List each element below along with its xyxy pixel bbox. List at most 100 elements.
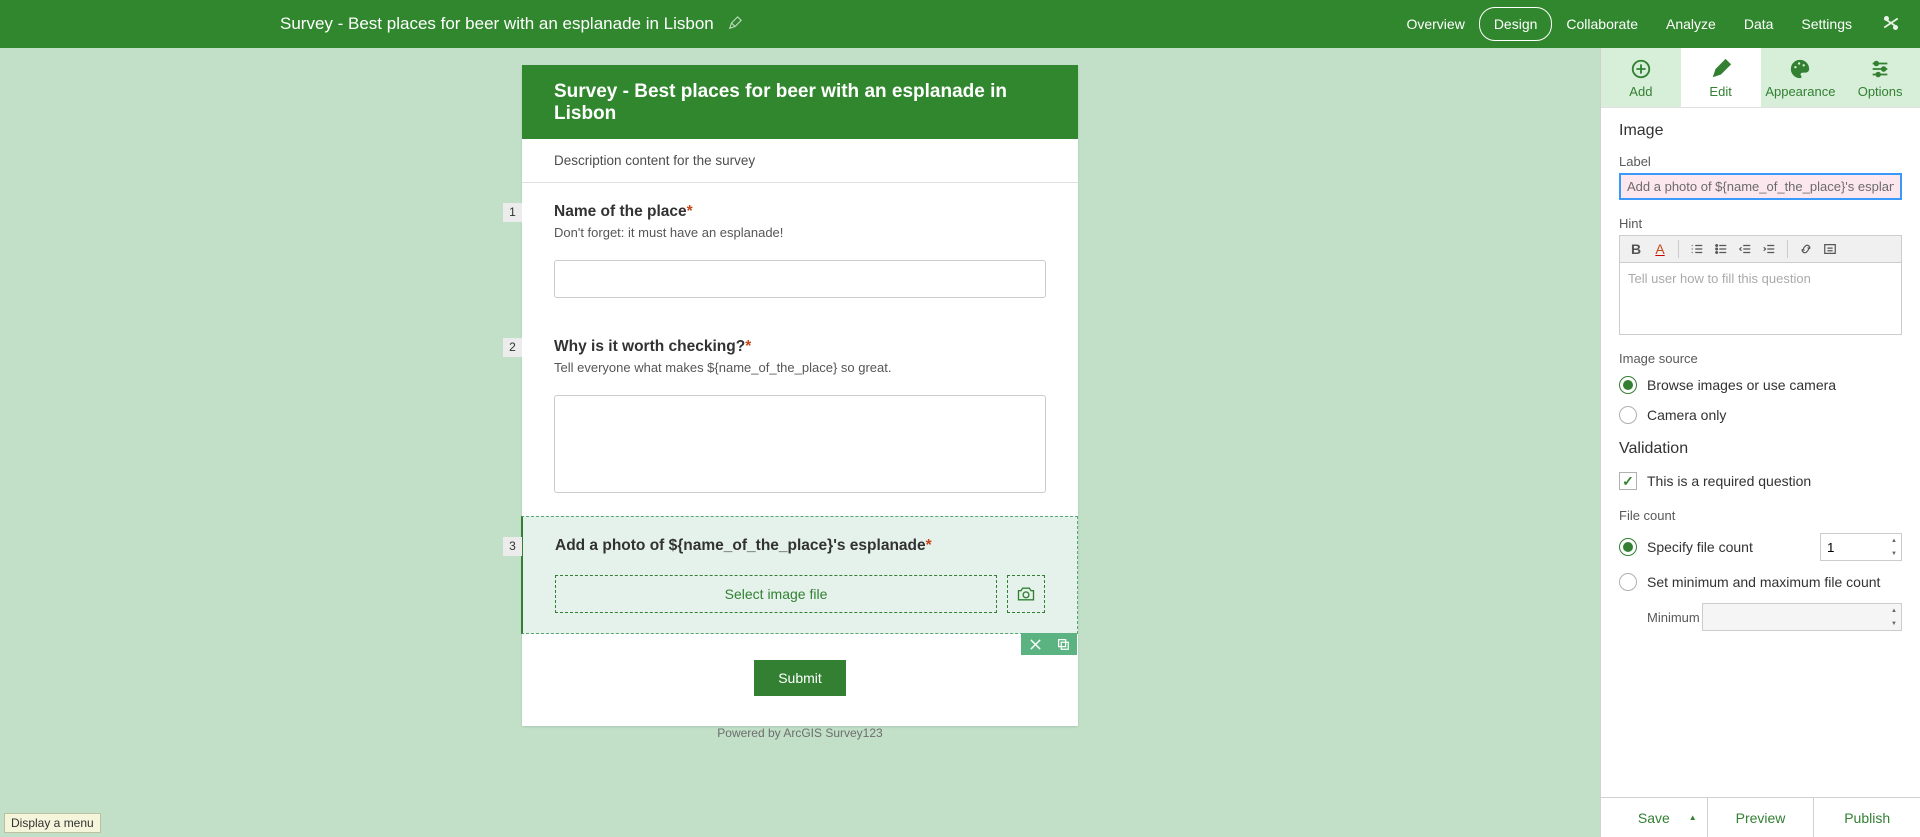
delete-question-button[interactable]: [1021, 633, 1049, 655]
form-description[interactable]: Description content for the survey: [522, 139, 1078, 183]
publish-button[interactable]: Publish: [1814, 798, 1920, 837]
textarea-input[interactable]: [554, 395, 1046, 493]
question-actions: [1021, 633, 1077, 655]
top-bar: Survey - Best places for beer with an es…: [0, 0, 1920, 48]
add-icon: [1630, 58, 1652, 80]
form-container: Survey - Best places for beer with an es…: [522, 65, 1078, 726]
tab-add[interactable]: Add: [1601, 48, 1681, 107]
form-title[interactable]: Survey - Best places for beer with an es…: [522, 65, 1078, 139]
duplicate-question-button[interactable]: [1049, 633, 1077, 655]
select-image-button[interactable]: Select image file: [555, 575, 997, 613]
sliders-icon: [1869, 58, 1891, 80]
bottom-actions: Save ▲ Preview Publish: [1601, 797, 1920, 837]
link-button[interactable]: [1796, 239, 1816, 259]
indent-button[interactable]: [1759, 239, 1779, 259]
section-validation-heading: Validation: [1619, 440, 1902, 458]
submit-row: Submit: [522, 634, 1078, 726]
nav-analyze[interactable]: Analyze: [1652, 8, 1730, 40]
camera-button[interactable]: [1007, 575, 1045, 613]
tab-label: Appearance: [1765, 84, 1835, 99]
minimum-input[interactable]: [1702, 603, 1902, 631]
spinner[interactable]: ▲▼: [1887, 604, 1901, 630]
question-3-selected[interactable]: 3 Add a photo of ${name_of_the_place}'s …: [521, 516, 1078, 634]
unordered-list-button[interactable]: [1711, 239, 1731, 259]
bold-button[interactable]: B: [1626, 239, 1646, 259]
radio-camera-only[interactable]: Camera only: [1619, 406, 1902, 424]
tab-label: Edit: [1709, 84, 1731, 99]
preview-button[interactable]: Preview: [1708, 798, 1815, 837]
button-label: Preview: [1736, 810, 1786, 826]
radio-browse-or-camera[interactable]: Browse images or use camera: [1619, 376, 1902, 394]
panel-tabs: Add Edit Appearance Options: [1601, 48, 1920, 108]
required-asterisk: *: [687, 203, 693, 220]
checkbox-label: This is a required question: [1647, 473, 1811, 489]
checkbox-required[interactable]: ✓ This is a required question: [1619, 472, 1902, 490]
section-image-heading: Image: [1619, 122, 1902, 140]
outdent-button[interactable]: [1735, 239, 1755, 259]
question-label-text: Name of the place: [554, 203, 687, 220]
question-label: Name of the place*: [554, 203, 1046, 221]
tab-label: Add: [1629, 84, 1652, 99]
edit-title-icon[interactable]: [728, 16, 742, 33]
label-caption: Label: [1619, 154, 1902, 169]
radio-label: Set minimum and maximum file count: [1647, 574, 1880, 590]
hint-toolbar: B A: [1619, 235, 1902, 263]
minimum-row: Minimum ▲▼: [1619, 603, 1902, 631]
radio-icon: [1619, 406, 1637, 424]
palette-icon: [1789, 58, 1811, 80]
source-button[interactable]: [1820, 239, 1840, 259]
minimum-input-wrap: ▲▼: [1702, 603, 1902, 631]
required-asterisk: *: [926, 537, 932, 554]
survey-title: Survey - Best places for beer with an es…: [280, 14, 714, 34]
camera-icon: [1016, 584, 1036, 604]
nav-overview[interactable]: Overview: [1392, 8, 1478, 40]
minimum-label: Minimum: [1647, 610, 1700, 625]
tab-options[interactable]: Options: [1840, 48, 1920, 107]
top-nav: Overview Design Collaborate Analyze Data…: [1392, 7, 1900, 41]
nav-settings[interactable]: Settings: [1787, 8, 1866, 40]
question-label: Add a photo of ${name_of_the_place}'s es…: [555, 537, 1045, 555]
save-button[interactable]: Save ▲: [1601, 798, 1708, 837]
powered-by: Powered by ArcGIS Survey123: [522, 726, 1078, 748]
radio-label: Camera only: [1647, 407, 1726, 423]
question-2[interactable]: 2 Why is it worth checking?* Tell everyo…: [522, 318, 1078, 516]
label-input[interactable]: [1619, 173, 1902, 200]
question-label-text: Add a photo of ${name_of_the_place}'s es…: [555, 537, 926, 554]
radio-icon: [1619, 376, 1637, 394]
canvas: Survey - Best places for beer with an es…: [0, 48, 1600, 837]
tab-appearance[interactable]: Appearance: [1761, 48, 1841, 107]
radio-specify-count[interactable]: Specify file count ▲▼: [1619, 533, 1902, 561]
file-count-input-wrap: ▲▼: [1820, 533, 1902, 561]
question-number: 1: [503, 203, 522, 222]
submit-button[interactable]: Submit: [754, 660, 846, 696]
question-1[interactable]: 1 Name of the place* Don't forget: it mu…: [522, 183, 1078, 318]
edit-icon: [1710, 58, 1732, 80]
text-input[interactable]: [554, 260, 1046, 298]
font-color-button[interactable]: A: [1650, 239, 1670, 259]
nav-data[interactable]: Data: [1730, 8, 1788, 40]
radio-label: Browse images or use camera: [1647, 377, 1836, 393]
image-source-caption: Image source: [1619, 351, 1902, 366]
nav-collaborate[interactable]: Collaborate: [1552, 8, 1652, 40]
field-image-source: Image source Browse images or use camera…: [1619, 351, 1902, 424]
checkbox-icon: ✓: [1619, 472, 1637, 490]
file-count-caption: File count: [1619, 508, 1902, 523]
question-label-text: Why is it worth checking?: [554, 338, 745, 355]
button-label: Save: [1638, 810, 1670, 826]
tools-icon[interactable]: [1882, 14, 1900, 35]
spinner[interactable]: ▲▼: [1887, 534, 1901, 560]
tab-edit[interactable]: Edit: [1681, 48, 1761, 107]
separator: [1678, 240, 1679, 258]
question-number: 2: [503, 338, 522, 357]
caret-up-icon: ▲: [1689, 813, 1697, 822]
question-label: Why is it worth checking?*: [554, 338, 1046, 356]
right-panel: Add Edit Appearance Options Image Label: [1600, 48, 1920, 837]
radio-icon: [1619, 573, 1637, 591]
ordered-list-button[interactable]: [1687, 239, 1707, 259]
nav-design[interactable]: Design: [1479, 7, 1553, 41]
question-hint: Don't forget: it must have an esplanade!: [554, 225, 1046, 240]
radio-icon: [1619, 538, 1637, 556]
hint-editor[interactable]: Tell user how to fill this question: [1619, 263, 1902, 335]
radio-min-max[interactable]: Set minimum and maximum file count: [1619, 573, 1902, 591]
button-label: Publish: [1844, 810, 1890, 826]
